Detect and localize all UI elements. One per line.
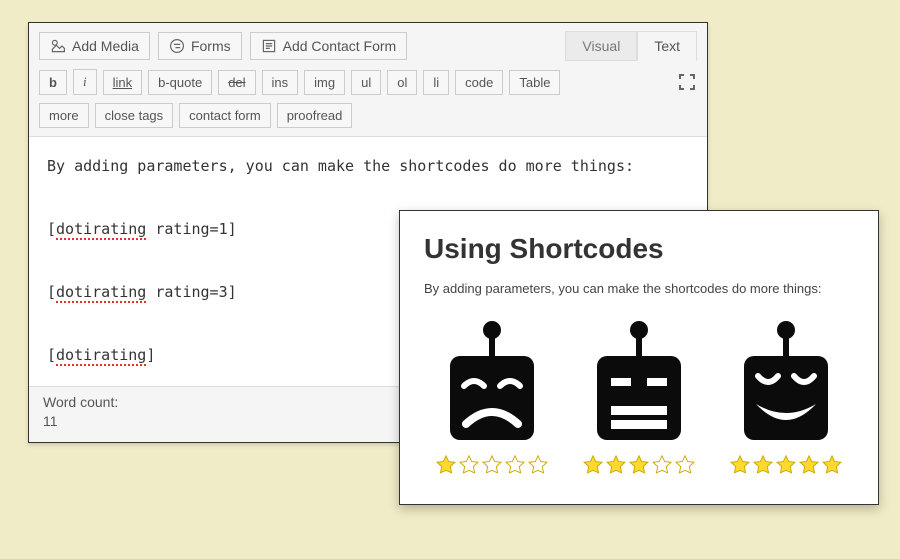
qt-more[interactable]: more [39, 103, 89, 128]
qt-li[interactable]: li [423, 70, 449, 95]
add-media-button[interactable]: Add Media [39, 32, 150, 60]
forms-icon [169, 38, 185, 54]
qt-close-tags[interactable]: close tags [95, 103, 174, 128]
star-icon [821, 454, 843, 476]
bot-col-sad [424, 318, 561, 476]
add-media-label: Add Media [72, 38, 139, 54]
stars-3 [729, 454, 843, 476]
contact-form-icon [261, 38, 277, 54]
qt-img[interactable]: img [304, 70, 345, 95]
shortcode-tail-3: ] [146, 346, 155, 364]
star-icon [775, 454, 797, 476]
qt-bquote[interactable]: b-quote [148, 70, 212, 95]
shortcode-tail-1: rating=1] [146, 220, 236, 238]
star-icon [729, 454, 751, 476]
bot-row [424, 318, 854, 476]
star-icon [435, 454, 457, 476]
qt-ol[interactable]: ol [387, 70, 417, 95]
star-icon [628, 454, 650, 476]
robot-sad-icon [432, 318, 552, 448]
bot-col-neutral [571, 318, 708, 476]
star-icon [527, 454, 549, 476]
word-count-value: 11 [43, 413, 58, 429]
qt-proofread[interactable]: proofread [277, 103, 353, 128]
star-icon [481, 454, 503, 476]
quicktags-row-1: b i link b-quote del ins img ul ol li co… [29, 61, 707, 103]
qt-bold[interactable]: b [39, 70, 67, 95]
qt-contact-form[interactable]: contact form [179, 103, 271, 128]
star-icon [458, 454, 480, 476]
stars-1 [435, 454, 549, 476]
star-icon [582, 454, 604, 476]
forms-button[interactable]: Forms [158, 32, 242, 60]
shortcode-name-1: dotirating [56, 220, 146, 240]
add-contact-form-button[interactable]: Add Contact Form [250, 32, 408, 60]
shortcode-name-3: dotirating [56, 346, 146, 366]
quicktags-row-2: more close tags contact form proofread [29, 103, 707, 136]
qt-link[interactable]: link [103, 70, 143, 95]
add-contact-label: Add Contact Form [283, 38, 397, 54]
tab-visual[interactable]: Visual [565, 31, 637, 61]
word-count-label: Word count: [43, 394, 118, 410]
star-icon [798, 454, 820, 476]
stars-2 [582, 454, 696, 476]
star-icon [504, 454, 526, 476]
qt-italic[interactable]: i [73, 69, 97, 95]
editor-topbar: Add Media Forms Add Contact Form Visual … [29, 23, 707, 61]
preview-body: By adding parameters, you can make the s… [424, 281, 854, 296]
media-icon [50, 38, 66, 54]
preview-panel: Using Shortcodes By adding parameters, y… [399, 210, 879, 505]
qt-del[interactable]: del [218, 70, 255, 95]
forms-label: Forms [191, 38, 231, 54]
robot-neutral-icon [579, 318, 699, 448]
qt-ul[interactable]: ul [351, 70, 381, 95]
fullscreen-icon[interactable] [677, 72, 697, 92]
shortcode-tail-2: rating=3] [146, 283, 236, 301]
star-icon [651, 454, 673, 476]
editor-intro: By adding parameters, you can make the s… [47, 157, 634, 175]
preview-title: Using Shortcodes [424, 233, 854, 265]
tab-text[interactable]: Text [637, 31, 697, 61]
editor-mode-tabs: Visual Text [565, 31, 697, 61]
robot-happy-icon [726, 318, 846, 448]
shortcode-name-2: dotirating [56, 283, 146, 303]
bot-col-happy [717, 318, 854, 476]
star-icon [674, 454, 696, 476]
qt-table[interactable]: Table [509, 70, 560, 95]
qt-code[interactable]: code [455, 70, 503, 95]
qt-ins[interactable]: ins [262, 70, 299, 95]
star-icon [752, 454, 774, 476]
star-icon [605, 454, 627, 476]
